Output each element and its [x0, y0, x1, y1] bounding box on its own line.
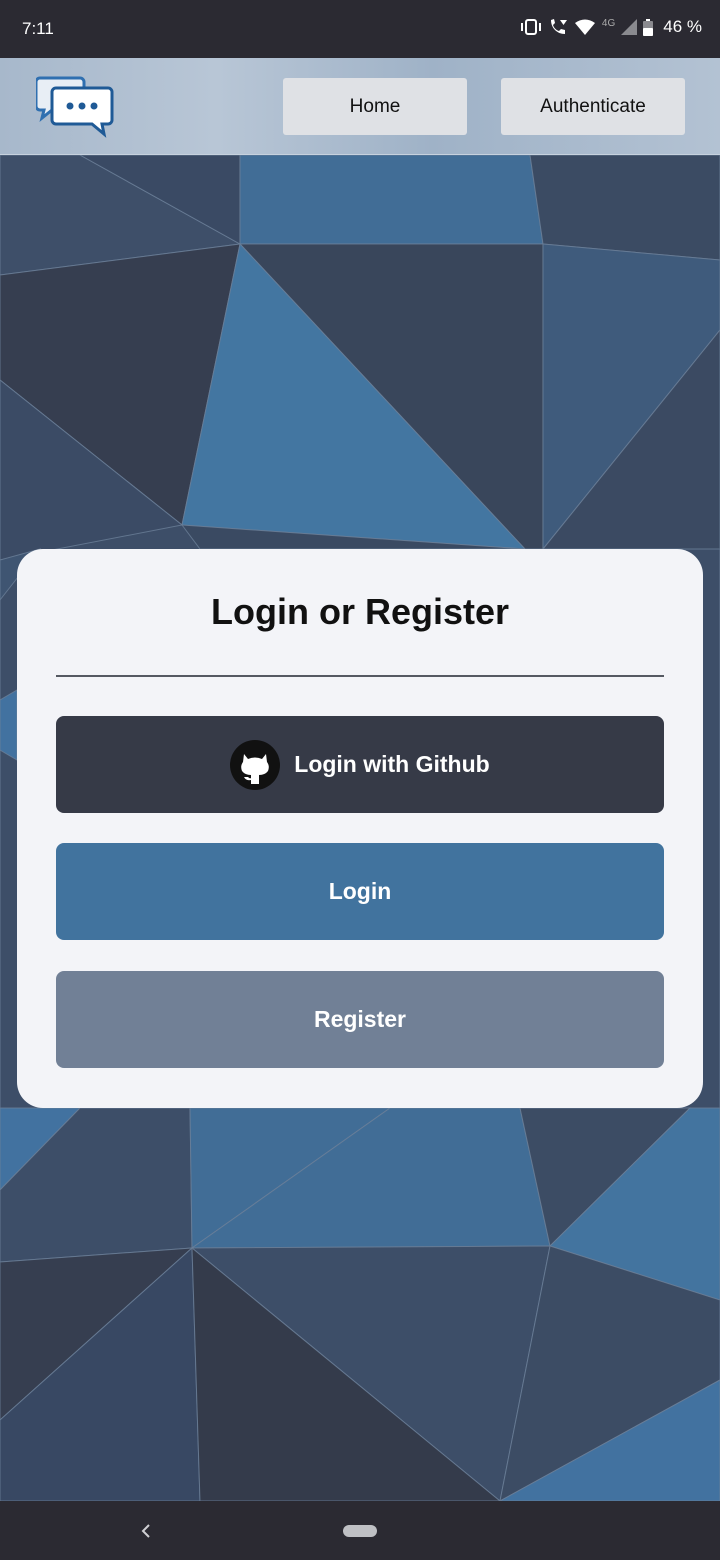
status-icons: 4G 46 %: [520, 17, 702, 37]
nav-home-button[interactable]: Home: [283, 78, 467, 135]
battery-percent: 46 %: [663, 17, 702, 36]
card-title: Login or Register: [210, 591, 510, 632]
chat-bubbles-icon[interactable]: [36, 76, 114, 138]
status-time: 7:11: [22, 19, 54, 38]
github-login-button[interactable]: Login with Github: [56, 716, 664, 813]
wifi-call-icon: [550, 19, 567, 34]
auth-card: Login or Register Login with Github Logi…: [17, 549, 703, 1108]
nav-authenticate-button[interactable]: Authenticate: [501, 78, 685, 135]
network-type: 4G: [601, 17, 616, 29]
register-button[interactable]: Register: [56, 971, 664, 1068]
github-icon: [230, 739, 281, 790]
login-button[interactable]: Login: [56, 843, 664, 940]
github-login-label: Login with Github: [294, 751, 490, 777]
register-label: Register: [313, 1006, 407, 1032]
home-pill[interactable]: [343, 1525, 377, 1537]
signal-icon: [621, 19, 638, 35]
status-bar: 7:11 4G 46 %: [0, 0, 720, 58]
card-divider: [56, 675, 664, 677]
top-navbar: Home Authenticate: [0, 58, 720, 155]
login-label: Login: [328, 878, 392, 904]
vibrate-icon: [520, 19, 541, 35]
wifi-icon: [574, 19, 595, 35]
system-navigation-bar: [0, 1501, 720, 1560]
battery-icon: [643, 18, 654, 36]
back-icon[interactable]: [136, 1519, 156, 1543]
